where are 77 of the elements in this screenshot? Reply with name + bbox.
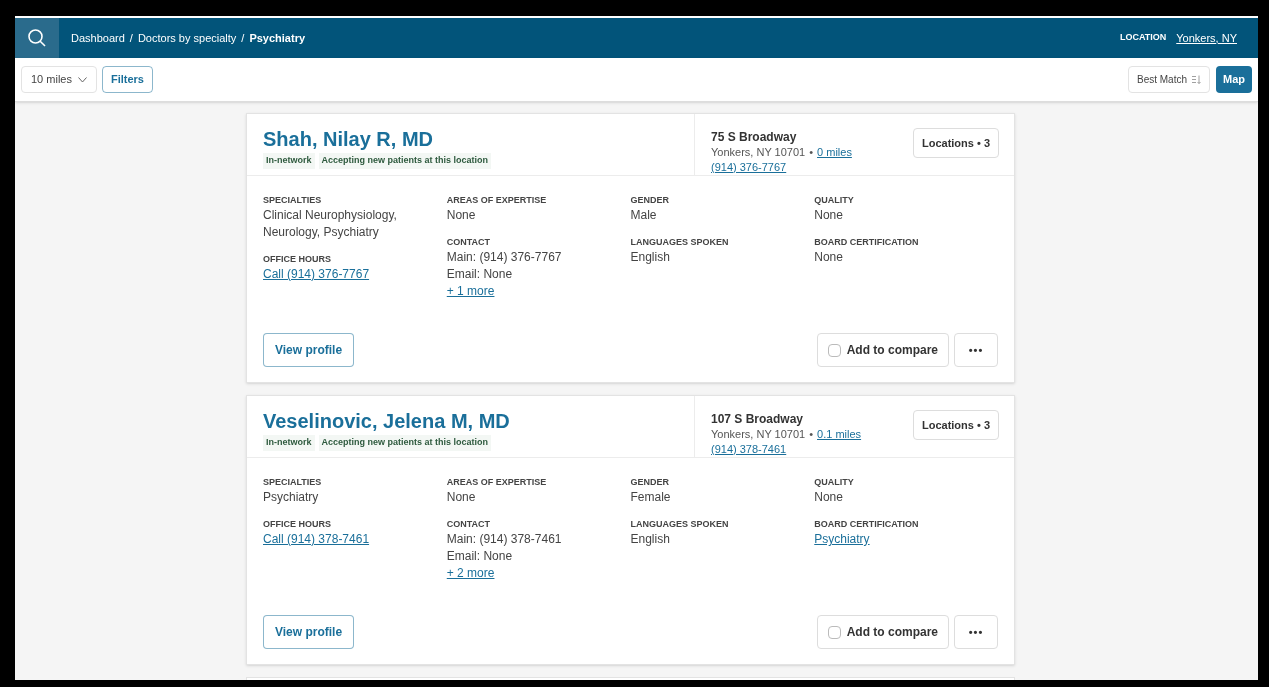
field-label: CONTACT <box>446 518 492 531</box>
field-value: None <box>814 249 844 266</box>
field-label: QUALITY <box>814 476 855 489</box>
phone-link[interactable]: (914) 376-7767 <box>711 159 787 175</box>
link[interactable]: Call (914) 378-7461 <box>263 531 370 548</box>
search-icon <box>27 28 47 48</box>
locations-button[interactable]: Locations • 3 <box>912 128 999 158</box>
status-tag: In-network <box>263 153 315 169</box>
field-value: Email: None <box>446 266 514 283</box>
locations-button[interactable]: Locations • 3 <box>912 410 999 440</box>
field-value: Main: (914) 376-7767 <box>446 249 563 266</box>
city: Yonkers, NY 10701 <box>711 427 806 441</box>
view-profile-button[interactable]: View profile <box>263 615 355 649</box>
field-label: SPECIALTIES <box>263 194 323 207</box>
compare-button[interactable]: Add to compare <box>816 333 949 367</box>
field-label: CONTACT <box>446 236 492 249</box>
more-button[interactable]: ••• <box>954 333 998 367</box>
doctor-name[interactable]: Shah, Nilay R, MD <box>263 128 694 150</box>
field-label: GENDER <box>630 476 670 489</box>
location-link[interactable]: Yonkers, NY <box>1176 29 1237 47</box>
sort-icon <box>1192 75 1201 84</box>
field-value: None <box>446 207 477 224</box>
field-label: BOARD CERTIFICATION <box>814 236 920 249</box>
field-label: OFFICE HOURS <box>263 253 332 266</box>
field-label: LANGUAGES SPOKEN <box>630 236 730 249</box>
status-tag: Accepting new patients at this location <box>318 435 492 451</box>
link[interactable]: Psychiatry <box>814 531 870 548</box>
field-label: OFFICE HOURS <box>263 518 332 531</box>
distance-link[interactable]: 0 miles <box>817 145 852 159</box>
map-button[interactable]: Map <box>1216 66 1252 93</box>
address: 75 S Broadway <box>711 130 798 145</box>
distance-link[interactable]: 0.1 miles <box>817 427 862 441</box>
chevron-down-icon <box>77 76 87 83</box>
compare-button[interactable]: Add to compare <box>816 615 949 649</box>
field-label: BOARD CERTIFICATION <box>814 518 920 531</box>
field-value: Clinical Neurophysiology, Neurology, Psychiatry <box>263 207 398 241</box>
city: Yonkers, NY 10701 <box>711 145 806 159</box>
field-value: None <box>814 207 844 224</box>
link[interactable]: + 1 more <box>446 283 495 300</box>
field-value: Email: None <box>446 548 514 565</box>
link[interactable]: Call (914) 376-7767 <box>263 266 370 283</box>
field-value: Female <box>630 489 672 506</box>
search-button[interactable] <box>15 18 59 58</box>
field-label: LANGUAGES SPOKEN <box>630 518 730 531</box>
field-value: Psychiatry <box>263 489 320 506</box>
link[interactable]: + 2 more <box>446 565 495 582</box>
checkbox[interactable] <box>827 625 841 639</box>
field-value: Main: (914) 378-7461 <box>446 531 563 548</box>
field-value: English <box>630 531 671 548</box>
field-value: None <box>814 489 844 506</box>
more-button[interactable]: ••• <box>954 615 998 649</box>
bullet-separator: • <box>809 427 814 441</box>
distance-dropdown[interactable]: 10 miles <box>21 66 97 93</box>
field-value: None <box>446 489 477 506</box>
bullet-separator: • <box>809 145 814 159</box>
field-label: QUALITY <box>814 194 855 207</box>
field-label: AREAS OF EXPERTISE <box>446 194 548 207</box>
breadcrumb-separator: / <box>241 30 245 46</box>
address: 107 S Broadway <box>711 412 805 427</box>
breadcrumb-link[interactable]: Psychiatry <box>249 29 306 47</box>
field-label: AREAS OF EXPERTISE <box>446 476 548 489</box>
field-label: SPECIALTIES <box>263 476 323 489</box>
field-value: Male <box>630 207 658 224</box>
status-tag: In-network <box>263 435 315 451</box>
breadcrumb-link[interactable]: Doctors by specialty <box>137 29 237 47</box>
location-label: LOCATION <box>1119 31 1167 45</box>
breadcrumb-separator: / <box>129 30 133 46</box>
field-value: English <box>630 249 671 266</box>
breadcrumb-link[interactable]: Dashboard <box>71 29 125 47</box>
checkbox[interactable] <box>827 343 841 357</box>
field-label: GENDER <box>630 194 670 207</box>
filters-button[interactable]: Filters <box>101 66 153 93</box>
doctor-name[interactable]: Veselinovic, Jelena M, MD <box>263 410 694 432</box>
sort-dropdown[interactable]: Best Match <box>1127 66 1210 93</box>
view-profile-button[interactable]: View profile <box>263 333 355 367</box>
status-tag: Accepting new patients at this location <box>318 153 492 169</box>
phone-link[interactable]: (914) 378-7461 <box>711 441 787 457</box>
